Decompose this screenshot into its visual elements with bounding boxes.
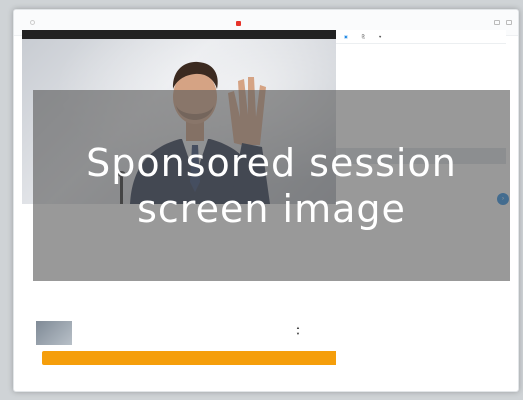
user-icon[interactable] — [494, 20, 500, 25]
chat-icon: ▣ — [344, 34, 348, 39]
related-sessions: ▲ ▼ — [22, 308, 344, 374]
notification-icon[interactable] — [506, 20, 512, 25]
arrow-down-icon[interactable]: ▼ — [296, 331, 300, 337]
tab-favorite[interactable]: ♥ — [379, 34, 381, 39]
site-logo[interactable] — [236, 19, 244, 27]
overlay-line-1: Sponsored session — [86, 140, 457, 185]
sponsored-overlay: Sponsored session screen image — [33, 90, 510, 281]
related-session-card[interactable]: ▲ ▼ — [36, 321, 332, 347]
overlay-line-2: screen image — [137, 186, 406, 231]
sort-arrows[interactable]: ▲ ▼ — [296, 325, 300, 337]
header-actions — [494, 20, 512, 25]
share-icon: ⎘ — [361, 34, 365, 39]
heart-icon: ♥ — [378, 34, 382, 39]
related-thumbnail[interactable] — [36, 321, 72, 345]
video-banner — [22, 30, 336, 39]
tab-chat[interactable]: ▣ — [344, 34, 348, 39]
sidebar-tabs: ▣ ⎘ ♥ — [336, 30, 506, 44]
logo-mark — [236, 20, 241, 26]
related-card-text — [78, 321, 278, 347]
menu-icon[interactable] — [30, 20, 35, 25]
tab-share[interactable]: ⎘ — [362, 34, 365, 39]
cta-button[interactable] — [42, 351, 344, 365]
